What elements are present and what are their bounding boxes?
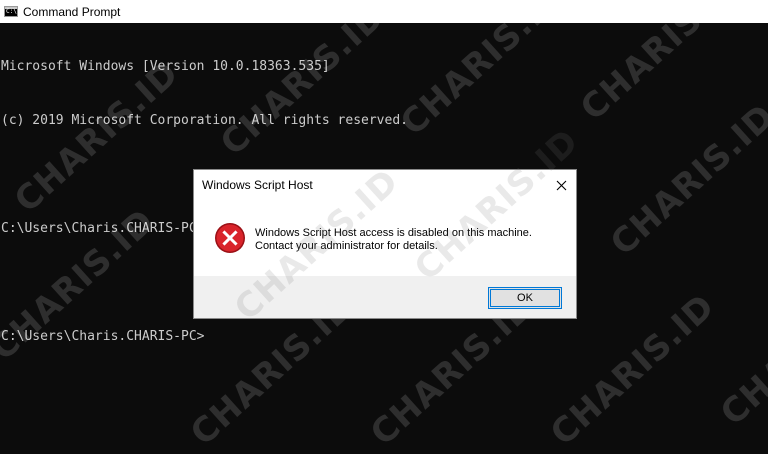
close-icon bbox=[556, 180, 566, 190]
dialog-titlebar[interactable]: Windows Script Host bbox=[194, 170, 576, 200]
window-title: Command Prompt bbox=[23, 4, 121, 19]
console-line: Microsoft Windows [Version 10.0.18363.53… bbox=[1, 59, 330, 74]
error-icon bbox=[215, 223, 245, 253]
ok-button[interactable]: OK bbox=[488, 287, 562, 309]
console-line: (c) 2019 Microsoft Corporation. All righ… bbox=[1, 113, 408, 128]
message-dialog: Windows Script Host Windows Script Host … bbox=[193, 121, 587, 329]
close-button[interactable] bbox=[546, 170, 576, 200]
dialog-body: Windows Script Host access is disabled o… bbox=[194, 200, 576, 278]
dialog-title: Windows Script Host bbox=[202, 178, 313, 192]
message-line: Windows Script Host access is disabled o… bbox=[255, 227, 532, 239]
window-titlebar[interactable]: C:\ Command Prompt bbox=[0, 0, 768, 23]
cmd-icon: C:\ bbox=[4, 6, 18, 17]
message-line: Contact your administrator for details. bbox=[255, 240, 438, 252]
cmd-icon-glyph: C:\ bbox=[6, 8, 17, 15]
dialog-message: Windows Script Host access is disabled o… bbox=[255, 227, 532, 253]
dialog-footer: OK bbox=[194, 276, 576, 318]
console-prompt[interactable]: C:\Users\Charis.CHARIS-PC> bbox=[0, 328, 768, 346]
